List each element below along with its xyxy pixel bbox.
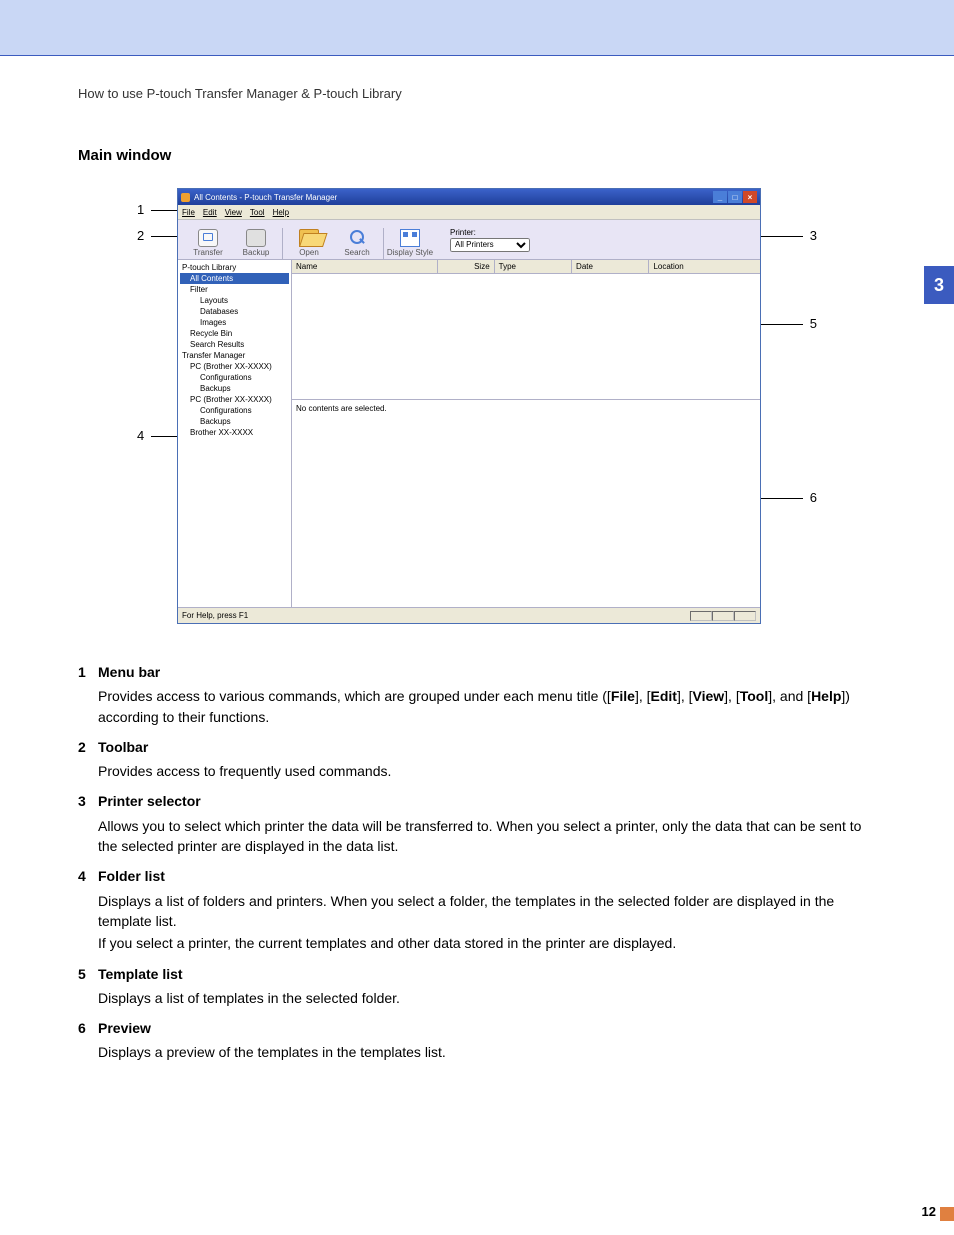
tree-backups-2[interactable]: Backups xyxy=(180,416,289,427)
tree-search-results[interactable]: Search Results xyxy=(180,339,289,350)
desc-6-body: Displays a preview of the templates in t… xyxy=(78,1042,876,1062)
app-window: All Contents - P-touch Transfer Manager … xyxy=(177,188,761,624)
callout-3: 3 xyxy=(810,228,817,243)
toolbar-transfer[interactable]: Transfer xyxy=(184,220,232,259)
col-type[interactable]: Type xyxy=(495,260,572,273)
menu-view[interactable]: View xyxy=(225,208,242,217)
desc-1-title: Menu bar xyxy=(98,664,160,680)
desc-4-body-a: Displays a list of folders and printers.… xyxy=(78,891,876,932)
menu-file[interactable]: File xyxy=(182,208,195,217)
tree-ptouch-library[interactable]: P-touch Library xyxy=(180,262,289,273)
description-list: 1Menu bar Provides access to various com… xyxy=(78,662,876,1063)
desc-2-body: Provides access to frequently used comma… xyxy=(78,761,876,781)
callout-6: 6 xyxy=(810,490,817,505)
printer-selector: Printer: All Printers xyxy=(450,220,530,259)
preview-message: No contents are selected. xyxy=(296,404,387,413)
folder-tree: P-touch Library All Contents Filter Layo… xyxy=(178,260,292,607)
printer-dropdown[interactable]: All Printers xyxy=(450,238,530,252)
col-date[interactable]: Date xyxy=(572,260,649,273)
toolbar: Transfer Backup Open Search Display Styl… xyxy=(178,220,760,260)
transfer-icon xyxy=(198,229,218,247)
template-list-header: Name Size Type Date Location xyxy=(292,260,760,274)
open-icon xyxy=(299,229,319,247)
titlebar: All Contents - P-touch Transfer Manager … xyxy=(178,189,760,205)
display-style-icon xyxy=(400,229,420,247)
preview-pane: No contents are selected. xyxy=(292,400,760,607)
menu-help[interactable]: Help xyxy=(273,208,289,217)
chapter-tab: 3 xyxy=(924,266,954,304)
screenshot-figure: 1 2 3 4 5 6 All Contents - P-touch Trans… xyxy=(137,188,817,628)
breadcrumb: How to use P-touch Transfer Manager & P-… xyxy=(78,86,876,101)
minimize-button[interactable]: _ xyxy=(713,191,727,203)
tree-configurations-2[interactable]: Configurations xyxy=(180,405,289,416)
tree-images[interactable]: Images xyxy=(180,317,289,328)
menubar: File Edit View Tool Help xyxy=(178,205,760,220)
menu-tool[interactable]: Tool xyxy=(250,208,265,217)
toolbar-display-style[interactable]: Display Style xyxy=(386,220,434,259)
col-size[interactable]: Size xyxy=(438,260,495,273)
menu-edit[interactable]: Edit xyxy=(203,208,217,217)
close-button[interactable]: × xyxy=(743,191,757,203)
desc-3-body: Allows you to select which printer the d… xyxy=(78,816,876,857)
tree-all-contents[interactable]: All Contents xyxy=(180,273,289,284)
tree-layouts[interactable]: Layouts xyxy=(180,295,289,306)
col-name[interactable]: Name xyxy=(292,260,438,273)
toolbar-backup[interactable]: Backup xyxy=(232,220,280,259)
tree-brother[interactable]: Brother XX-XXXX xyxy=(180,427,289,438)
desc-6-title: Preview xyxy=(98,1020,151,1036)
desc-4-body-b: If you select a printer, the current tem… xyxy=(78,933,876,953)
page-title: Main window xyxy=(78,147,876,164)
tree-backups-1[interactable]: Backups xyxy=(180,383,289,394)
tree-databases[interactable]: Databases xyxy=(180,306,289,317)
window-title: All Contents - P-touch Transfer Manager xyxy=(194,193,337,202)
desc-1-body: Provides access to various commands, whi… xyxy=(78,686,876,727)
maximize-button[interactable]: □ xyxy=(728,191,742,203)
template-list xyxy=(292,274,760,400)
desc-4-title: Folder list xyxy=(98,868,165,884)
status-text: For Help, press F1 xyxy=(182,611,248,620)
col-location[interactable]: Location xyxy=(649,260,760,273)
tree-recycle-bin[interactable]: Recycle Bin xyxy=(180,328,289,339)
callout-2: 2 xyxy=(137,228,144,243)
desc-3-title: Printer selector xyxy=(98,793,201,809)
callout-5: 5 xyxy=(810,316,817,331)
tree-filter[interactable]: Filter xyxy=(180,284,289,295)
toolbar-open[interactable]: Open xyxy=(285,220,333,259)
printer-label: Printer: xyxy=(450,228,530,237)
tree-pc1[interactable]: PC (Brother XX-XXXX) xyxy=(180,361,289,372)
desc-5-body: Displays a list of templates in the sele… xyxy=(78,988,876,1008)
page-number: 12 xyxy=(922,1204,936,1219)
header-band xyxy=(0,0,954,56)
callout-4: 4 xyxy=(137,428,144,443)
search-icon xyxy=(347,229,367,247)
callout-1: 1 xyxy=(137,202,144,217)
app-icon xyxy=(181,193,190,202)
tree-configurations-1[interactable]: Configurations xyxy=(180,372,289,383)
page-number-accent xyxy=(940,1207,954,1221)
statusbar: For Help, press F1 xyxy=(178,607,760,623)
tree-transfer-manager[interactable]: Transfer Manager xyxy=(180,350,289,361)
desc-2-title: Toolbar xyxy=(98,739,148,755)
toolbar-search[interactable]: Search xyxy=(333,220,381,259)
tree-pc2[interactable]: PC (Brother XX-XXXX) xyxy=(180,394,289,405)
backup-icon xyxy=(246,229,266,247)
desc-5-title: Template list xyxy=(98,966,183,982)
